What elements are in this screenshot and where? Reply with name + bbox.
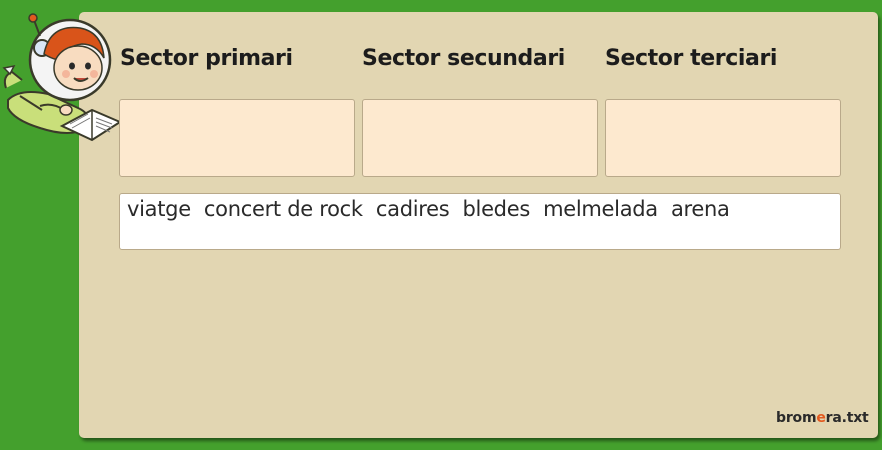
word-chip[interactable]: viatge — [127, 197, 191, 221]
word-chip[interactable]: bledes — [463, 197, 531, 221]
word-chip[interactable]: cadires — [376, 197, 450, 221]
column-header-secundari: Sector secundari — [362, 46, 565, 71]
word-chip[interactable]: concert de rock — [204, 197, 363, 221]
dropzone-secundari[interactable] — [362, 99, 598, 177]
word-chip[interactable]: melmelada — [543, 197, 658, 221]
word-bank: viatge concert de rock cadires bledes me… — [119, 193, 841, 250]
astronaut-girl-reading-icon — [2, 13, 123, 142]
bromera-logo: bromera.txt — [776, 410, 869, 426]
dropzone-primari[interactable] — [119, 99, 355, 177]
dropzone-terciari[interactable] — [605, 99, 841, 177]
column-header-terciari: Sector terciari — [605, 46, 778, 71]
word-chip[interactable]: arena — [671, 197, 730, 221]
column-header-primari: Sector primari — [120, 46, 293, 71]
